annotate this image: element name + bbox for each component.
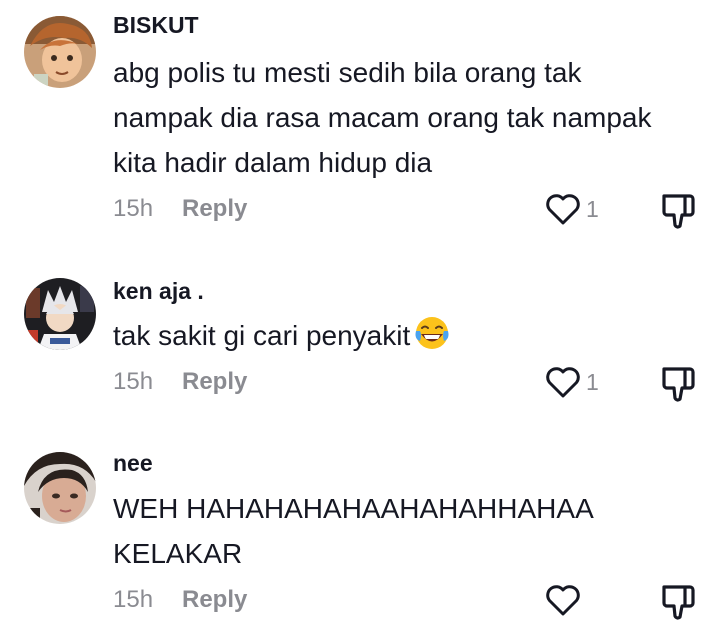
comment-item: BISKUT abg polis tu mesti sedih bila ora… [0, 0, 720, 240]
comment-item: ken aja . tak sakit gi cari penyakit 15h… [0, 240, 720, 440]
person-photo-avatar-icon [24, 452, 96, 524]
like-button[interactable] [543, 580, 583, 620]
comment-timestamp: 15h [113, 586, 154, 613]
heart-outline-icon [546, 367, 580, 398]
like-count: 1 [586, 196, 599, 222]
face-with-tears-of-joy-emoji-icon [415, 317, 449, 349]
comment-username[interactable]: nee [113, 450, 153, 477]
comment-username[interactable]: ken aja . [113, 278, 204, 305]
animated-character-avatar-icon [24, 16, 96, 88]
dislike-button[interactable] [660, 190, 698, 232]
comment-item: nee WEH HAHAHAHAHAAHAHAHHAHAA KELAKAR 15… [0, 440, 720, 622]
reply-button[interactable]: Reply [182, 368, 247, 396]
like-button[interactable] [543, 189, 583, 229]
avatar[interactable] [24, 452, 96, 524]
reply-button[interactable]: Reply [182, 586, 247, 614]
thumbs-down-icon [662, 194, 695, 229]
comment-text: tak sakit gi cari penyakit [113, 313, 673, 358]
thumbs-down-icon [662, 367, 695, 402]
comment-text: WEH HAHAHAHAHAAHAHAHHAHAA KELAKAR [113, 493, 593, 569]
thumbs-down-icon [662, 585, 695, 620]
dislike-button[interactable] [660, 581, 698, 623]
comment-username[interactable]: BISKUT [113, 12, 199, 39]
avatar[interactable] [24, 278, 96, 350]
anime-character-avatar-icon [24, 278, 96, 350]
comment-text: abg polis tu mesti sedih bila orang tak … [113, 57, 652, 178]
reply-button[interactable]: Reply [182, 195, 247, 223]
comment-text-content: tak sakit gi cari penyakit [113, 320, 411, 351]
like-button[interactable] [543, 362, 583, 402]
heart-outline-icon [546, 194, 580, 225]
dislike-button[interactable] [660, 363, 698, 405]
comment-timestamp: 15h [113, 195, 154, 222]
heart-outline-icon [546, 585, 580, 616]
comment-timestamp: 15h [113, 368, 154, 395]
avatar[interactable] [24, 16, 96, 88]
like-count: 1 [586, 369, 599, 395]
